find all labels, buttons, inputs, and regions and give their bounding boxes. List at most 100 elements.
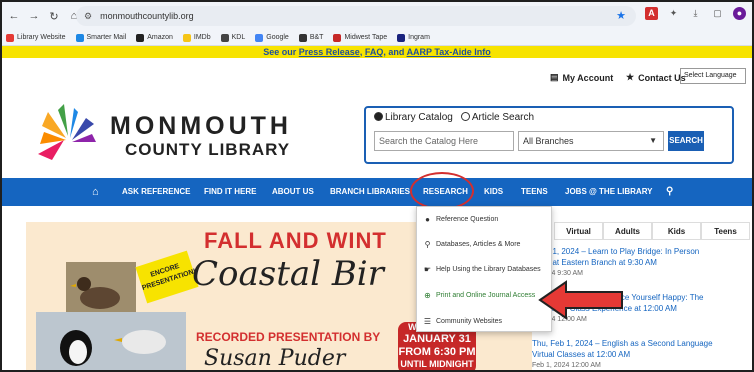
menu-item-journal-access[interactable]: ⊕ Print and Online Journal Access — [423, 287, 535, 303]
event-title-line2: Virtual Classes at 12:00 AM — [532, 350, 631, 359]
event-item[interactable]: Thu, Feb 1, 2024 – English as a Second L… — [532, 338, 744, 370]
article-search-radio[interactable]: Article Search — [460, 112, 534, 123]
site-info-icon[interactable]: ⚙ — [84, 11, 92, 22]
tab-teens[interactable]: Teens — [701, 222, 750, 240]
hero-presenter-name: Susan Puder — [204, 346, 346, 371]
menu-item-label: Help Using the Library Databases — [436, 265, 541, 273]
menu-item-reference-question[interactable]: ● Reference Question — [423, 211, 498, 227]
library-catalog-radio[interactable]: Library Catalog — [374, 112, 453, 123]
bookmark-label: B&T — [309, 34, 324, 41]
bookmark-item[interactable]: B&T — [298, 33, 324, 42]
event-time: Feb 1, 2024 12:00 AM — [532, 362, 601, 369]
menu-item-databases[interactable]: ⚲ Databases, Articles & More — [423, 236, 521, 252]
home-nav-icon[interactable]: ⌂ — [92, 178, 99, 206]
logo-title: MONMOUTH — [110, 112, 292, 140]
bookmark-item[interactable]: Library Website — [6, 33, 66, 42]
bookmark-item[interactable]: Google — [255, 33, 289, 42]
menu-item-label: Community Websites — [436, 317, 503, 325]
catalog-search-box: Library Catalog Article Search Search th… — [364, 106, 734, 164]
bookmark-item[interactable]: Smarter Mail — [75, 33, 126, 42]
library-catalog-label: Library Catalog — [385, 112, 453, 123]
event-item[interactable]: , Feb 1, 2024 – Learn to Play Bridge: In… — [532, 246, 744, 279]
tab-kids[interactable]: Kids — [652, 222, 701, 240]
menu-item-label: Databases, Articles & More — [436, 240, 521, 248]
nav-jobs[interactable]: JOBS @ THE LIBRARY — [565, 178, 653, 206]
catalog-search-input[interactable]: Search the Catalog Here — [374, 131, 514, 151]
search-button[interactable]: SEARCH — [668, 131, 704, 151]
event-title: , Feb 1, 2024 – Learn to Play Bridge: In… — [532, 247, 700, 256]
extensions-icon[interactable]: ✦ — [667, 7, 680, 20]
nav-branch-libraries[interactable]: BRANCH LIBRARIES — [330, 178, 410, 206]
bookmark-item[interactable]: IMDb — [182, 33, 211, 42]
main-navigation: ⌂ ASK REFERENCE FIND IT HERE ABOUT US BR… — [2, 178, 752, 206]
utility-bar: ▤ My Account ★ Contact Us Select Languag… — [2, 58, 752, 94]
reload-icon[interactable]: ↻ — [46, 10, 62, 23]
bookmark-star-icon[interactable]: ★ — [616, 9, 626, 22]
nav-search-icon[interactable]: ⚲ — [666, 178, 673, 206]
search-icon: ⚲ — [424, 239, 431, 249]
puffin-seagull-image — [36, 312, 186, 370]
header: MONMOUTH COUNTY LIBRARY Library Catalog … — [2, 94, 752, 178]
logo-subtitle: COUNTY LIBRARY — [125, 140, 291, 159]
browser-window: ← → ↻ ⌂ ⚙ monmouthcountylib.org ★ A ✦ ⤓ … — [0, 0, 754, 372]
press-release-link[interactable]: Press Release — [299, 47, 360, 57]
events-tabs: Virtual Adults Kids Teens — [554, 222, 750, 240]
hero-recorded-label: RECORDED PRESENTATION BY — [196, 330, 381, 344]
encore-sticker: ENCORE PRESENTATION! — [135, 250, 199, 304]
chat-icon: ● — [425, 214, 430, 224]
aarp-link[interactable]: AARP Tax-Aide Info — [407, 47, 491, 57]
bookmark-label: Library Website — [17, 34, 66, 41]
pdf-extension-icon[interactable]: A — [645, 7, 658, 20]
url-text: monmouthcountylib.org — [100, 11, 194, 21]
bookmarks-bar: Library Website Smarter Mail Amazon IMDb KDL… — [2, 30, 752, 46]
red-arrow-annotation — [538, 280, 623, 320]
faq-link[interactable]: FAQ — [365, 47, 384, 57]
bookmark-label: Amazon — [147, 34, 173, 41]
forward-icon[interactable]: → — [26, 10, 42, 22]
back-icon[interactable]: ← — [6, 10, 22, 22]
radio-selected-icon — [374, 112, 383, 121]
language-select[interactable]: Select Language — [680, 68, 746, 84]
bookmark-item[interactable]: Ingram — [397, 33, 430, 42]
nav-kids[interactable]: KIDS — [484, 178, 503, 206]
radio-unselected-icon — [460, 112, 470, 121]
download-icon[interactable]: ⤓ — [689, 7, 702, 20]
nav-ask-reference[interactable]: ASK REFERENCE — [122, 178, 190, 206]
nav-about-us[interactable]: ABOUT US — [272, 178, 314, 206]
bookmark-label: IMDb — [193, 34, 211, 41]
bookmark-item[interactable]: KDL — [220, 33, 246, 42]
event-item[interactable]: ence Yourself Happy: The — [612, 292, 742, 303]
account-icon: ▤ — [550, 72, 559, 82]
nav-teens[interactable]: TEENS — [521, 178, 548, 206]
tab-virtual[interactable]: Virtual — [554, 222, 603, 240]
search-type-options: Library Catalog Article Search — [374, 112, 534, 123]
branch-select[interactable]: All Branches ▼ — [518, 131, 664, 151]
nav-find-it-here[interactable]: FIND IT HERE — [204, 178, 256, 206]
menu-item-community-websites[interactable]: ☰ Community Websites — [423, 313, 502, 329]
menu-item-help-databases[interactable]: ☛ Help Using the Library Databases — [423, 261, 541, 277]
my-account-link[interactable]: ▤ My Account — [550, 72, 613, 83]
contact-us-link[interactable]: ★ Contact Us — [626, 72, 686, 83]
hero-title: FALL AND WINT — [204, 228, 387, 253]
sidebar-icon[interactable]: ▢ — [711, 7, 724, 20]
profile-avatar-icon[interactable]: ● — [733, 7, 746, 20]
bookmark-favicon-icon — [397, 33, 406, 42]
list-icon: ☰ — [423, 316, 432, 326]
bookmark-label: KDL — [231, 34, 246, 41]
bookmark-item[interactable]: Amazon — [136, 33, 173, 42]
menu-item-label: Print and Online Journal Access — [436, 291, 536, 299]
branch-select-value: All Branches — [523, 136, 574, 146]
bookmark-favicon-icon — [255, 33, 264, 42]
bookmark-label: Google — [266, 34, 289, 41]
banner-prefix: See our — [263, 47, 297, 57]
library-logo-icon[interactable] — [34, 102, 100, 164]
event-time: 1, 2024 9:30 AM — [532, 270, 583, 277]
research-highlight-circle — [410, 172, 474, 210]
address-bar[interactable]: ⚙ monmouthcountylib.org ★ — [76, 6, 636, 26]
my-account-label: My Account — [562, 72, 614, 83]
event-title-line2: gram at Eastern Branch at 9:30 AM — [532, 258, 657, 267]
bookmark-item[interactable]: Midwest Tape — [333, 33, 387, 42]
tab-adults[interactable]: Adults — [603, 222, 652, 240]
badge-until: UNTIL MIDNIGHT — [400, 359, 474, 369]
bookmark-favicon-icon — [298, 33, 307, 42]
